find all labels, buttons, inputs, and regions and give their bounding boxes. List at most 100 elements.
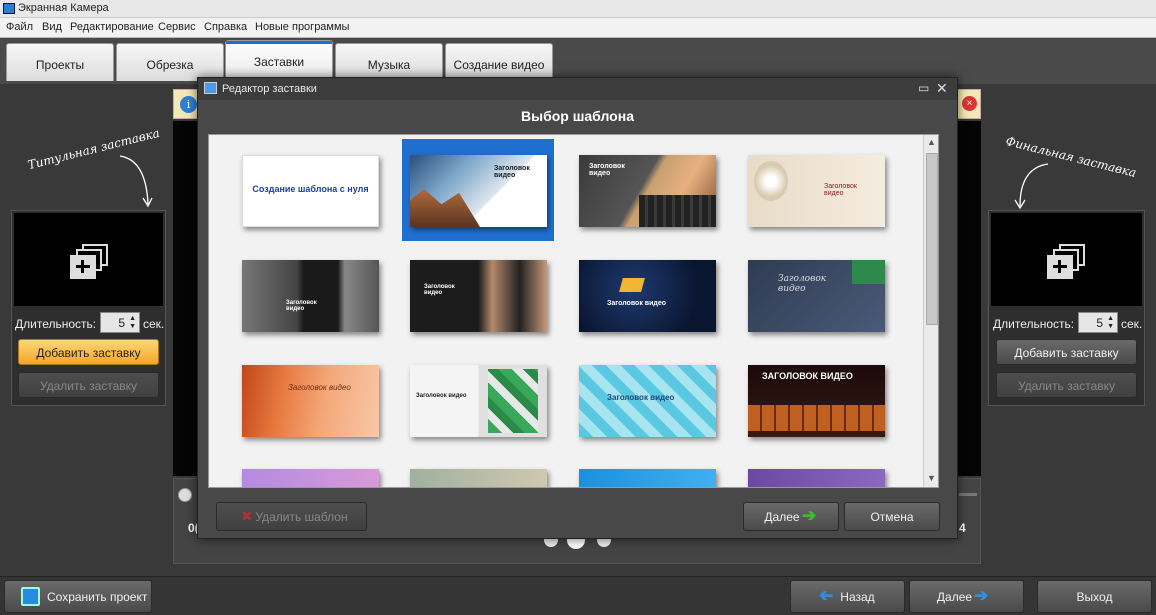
template-text: Заголовок видео <box>288 383 351 392</box>
scroll-down-icon[interactable]: ▼ <box>927 473 936 483</box>
remove-intro-button[interactable]: Удалить заставку <box>18 372 159 398</box>
template-grid: Создание шаблона с нуля Заголовок видео … <box>208 134 939 488</box>
add-intro-icon[interactable] <box>70 244 110 280</box>
delete-template-button[interactable]: ✖ Удалить шаблон <box>216 502 367 531</box>
add-final-button[interactable]: Добавить заставку <box>996 339 1137 365</box>
template-text: Заголовок видео <box>589 163 625 177</box>
menu-view[interactable]: Вид <box>42 21 62 33</box>
delete-x-icon: ✖ <box>241 508 253 524</box>
back-button[interactable]: ➔ Назад <box>790 580 905 613</box>
tab-music[interactable]: Музыка <box>335 43 443 81</box>
template-text: Заголовок видео <box>778 274 827 294</box>
template-film[interactable]: ЗАГОЛОВОК ВИДЕО <box>748 365 885 437</box>
menu-new-programs[interactable]: Новые программы <box>255 21 349 33</box>
intro-preview-right[interactable] <box>991 213 1142 306</box>
menu-file[interactable]: Файл <box>6 21 33 33</box>
add-intro-button[interactable]: Добавить заставку <box>18 339 159 365</box>
maximize-icon[interactable]: ▭ <box>918 81 929 95</box>
duration-spinner[interactable]: 5 ▲ ▼ <box>100 312 140 333</box>
floppy-disk-icon <box>21 587 40 606</box>
template-mountains[interactable]: Заголовок видео <box>410 155 547 227</box>
close-icon[interactable]: ✕ <box>936 80 948 97</box>
dialog-cancel-button[interactable]: Отмена <box>844 502 940 531</box>
dialog-next-button[interactable]: Далее ➔ <box>743 502 839 531</box>
app-icon <box>3 3 15 14</box>
template-chalkboard[interactable]: Заголовок видео <box>748 260 885 332</box>
right-caption: Финальная заставка <box>990 134 1150 210</box>
template-text: Заголовок видео <box>607 300 666 307</box>
intro-panel-right: Длительность: 5 ▲ ▼ сек. Добавить заставку… <box>988 210 1145 406</box>
template-photo-strip[interactable]: Заголовок видео <box>410 260 547 332</box>
spinner-arrows-icon[interactable]: ▲ ▼ <box>1107 315 1114 331</box>
timeline-end-time: 4 <box>959 521 966 535</box>
close-banner-icon[interactable]: × <box>962 96 977 111</box>
template-purple[interactable] <box>242 469 379 487</box>
intro-preview-left[interactable] <box>14 213 163 306</box>
template-flowers[interactable]: Заголовок видео <box>748 155 885 227</box>
template-text: ЗАГОЛОВОК ВИДЕО <box>762 371 853 381</box>
menu-bar: Файл Вид Редактирование Сервис Справка Н… <box>0 18 1156 38</box>
template-blue[interactable] <box>579 469 716 487</box>
add-intro-icon[interactable] <box>1047 244 1087 280</box>
duration-label: Длительность: <box>15 317 97 331</box>
curved-arrow-icon <box>1014 163 1049 210</box>
template-text: Заголовок видео <box>494 165 530 179</box>
next-button[interactable]: Далее ➔ <box>909 580 1024 613</box>
tab-intros[interactable]: Заставки <box>225 40 333 81</box>
template-bw-collage[interactable]: Заголовок видео <box>242 260 379 332</box>
template-city[interactable]: Заголовок видео <box>579 155 716 227</box>
scroll-up-icon[interactable]: ▲ <box>927 137 936 147</box>
blue-arrow-left-icon: ➔ <box>819 586 834 605</box>
template-text: Заголовок видео <box>286 300 317 312</box>
template-text: Заголовок видео <box>824 183 857 197</box>
dialog-titlebar: Редактор заставки ▭ ✕ <box>198 78 957 100</box>
template-cube[interactable]: Заголовок видео <box>579 260 716 332</box>
tab-trim[interactable]: Обрезка <box>116 43 224 81</box>
menu-help[interactable]: Справка <box>204 21 247 33</box>
save-project-label: Сохранить проект <box>47 590 148 604</box>
blue-arrow-right-icon: ➔ <box>974 586 989 605</box>
tab-projects[interactable]: Проекты <box>6 43 114 81</box>
menu-edit[interactable]: Редактирование <box>70 21 154 33</box>
timeline-track-end <box>959 493 977 496</box>
template-text: Заголовок видео <box>416 393 467 399</box>
window-title: Экранная Камера <box>18 2 109 14</box>
duration-label: Длительность: <box>993 317 1075 331</box>
template-scrollbar[interactable]: ▲ ▼ <box>923 135 938 487</box>
template-text: Заголовок видео <box>424 284 455 296</box>
duration-value: 5 <box>118 316 125 330</box>
window-titlebar: Экранная Камера <box>0 0 1156 18</box>
timeline-slider-handle[interactable] <box>178 488 192 502</box>
delete-template-label: Удалить шаблон <box>255 510 348 524</box>
left-caption: Титульная заставка <box>20 126 170 208</box>
duration-value: 5 <box>1096 316 1103 330</box>
exit-button[interactable]: Выход <box>1037 580 1152 613</box>
spinner-arrows-icon[interactable]: ▲ ▼ <box>129 315 136 331</box>
menu-service[interactable]: Сервис <box>158 21 196 33</box>
remove-final-button[interactable]: Удалить заставку <box>996 372 1137 398</box>
intro-editor-dialog: Редактор заставки ▭ ✕ Выбор шаблона Созд… <box>197 77 958 539</box>
template-text: Заголовок видео <box>607 393 675 402</box>
curved-arrow-icon <box>119 155 153 208</box>
template-blank[interactable]: Создание шаблона с нуля <box>242 155 379 227</box>
info-icon: i <box>180 96 197 113</box>
back-label: Назад <box>840 590 875 604</box>
tab-create-video[interactable]: Создание видео <box>445 43 553 81</box>
duration-unit: сек. <box>143 317 165 331</box>
dialog-app-icon <box>204 82 217 94</box>
bottom-bar: Сохранить проект ➔ Назад Далее ➔ Выход <box>0 576 1156 615</box>
save-project-button[interactable]: Сохранить проект <box>4 580 152 613</box>
scroll-thumb[interactable] <box>926 153 938 325</box>
green-arrow-right-icon: ➔ <box>802 506 817 525</box>
template-green-blocks[interactable]: Заголовок видео <box>410 365 547 437</box>
template-orange[interactable]: Заголовок видео <box>242 365 379 437</box>
intro-panel-left: Длительность: 5 ▲ ▼ сек. Добавить заставку… <box>11 210 166 406</box>
template-violet[interactable] <box>748 469 885 487</box>
duration-spinner[interactable]: 5 ▲ ▼ <box>1078 312 1118 333</box>
template-cyan-diamonds[interactable]: Заголовок видео <box>579 365 716 437</box>
duration-unit: сек. <box>1121 317 1143 331</box>
template-text: Создание шаблона с нуля <box>252 184 369 194</box>
dialog-next-label: Далее <box>764 510 800 524</box>
dialog-title: Редактор заставки <box>222 83 317 95</box>
template-vintage[interactable] <box>410 469 547 487</box>
